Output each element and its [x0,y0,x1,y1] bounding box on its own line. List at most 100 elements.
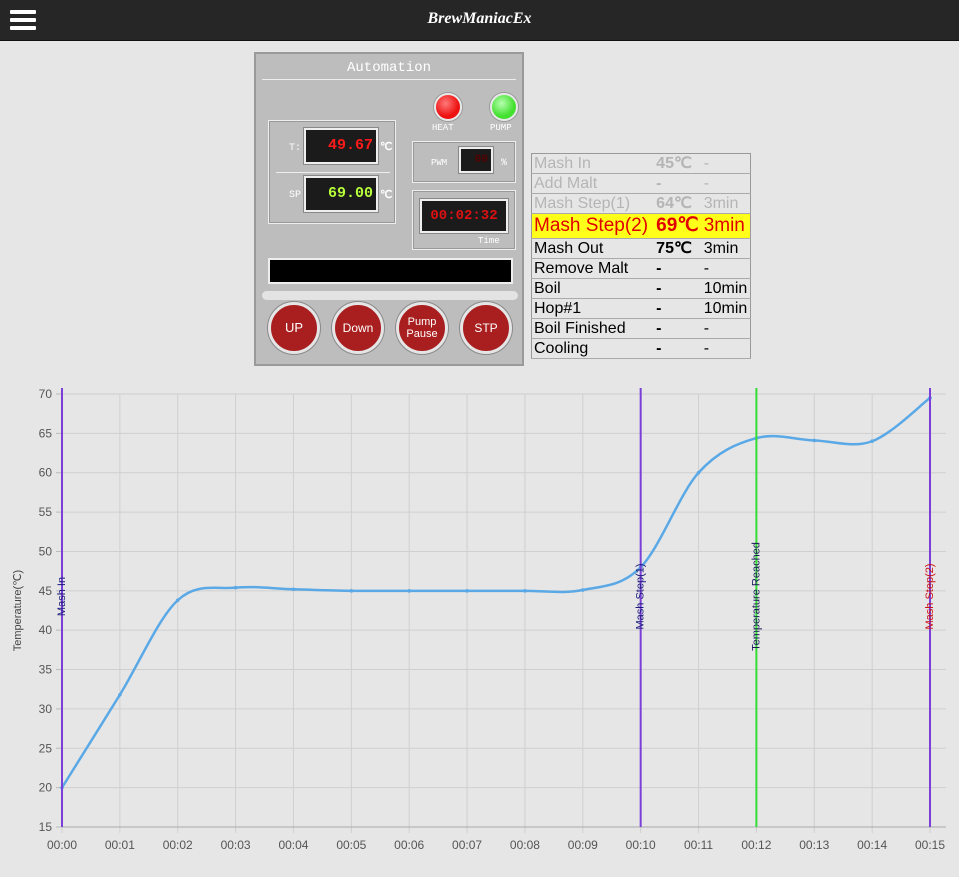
step-temp: - [654,298,702,319]
step-row: Mash Step(2) 69℃ 3min [531,213,751,239]
step-time: 3min [701,213,751,239]
step-temp: - [654,258,702,279]
step-name: Mash Step(2) [531,213,655,239]
step-name: Mash Step(1) [531,193,655,214]
temperature-chart: 15 20 25 30 35 40 45 50 55 60 65 70 00:00 00:01 00:02 0… [12,387,946,852]
heat-indicator-icon [434,93,462,121]
x-tick-label: 00:06 [394,838,424,852]
pwm-unit: % [501,158,508,169]
y-tick-label: 20 [39,781,53,795]
pump-pause-label-1: Pump [407,316,437,328]
step-row: Mash Step(1) 64℃ 3min [531,193,751,214]
heat-label: HEAT [432,123,454,133]
step-temp: 64℃ [654,193,702,214]
step-name: Hop#1 [531,298,655,319]
time-label: Time [478,236,500,246]
y-axis-label: Temperature(℃) [12,570,24,651]
pwm-label: PWM [431,158,448,168]
step-temp: 69℃ [654,213,702,239]
x-tick-label: 00:12 [741,838,771,852]
step-time: 10min [701,298,751,319]
temp-label: T: [289,143,302,154]
step-temp: - [654,318,702,339]
y-tick-label: 65 [39,426,53,440]
step-list: Mash In 45℃ - Add Malt - - Mash Step(1) 64℃ 3min… [531,153,751,359]
step-time: - [701,258,751,279]
step-row: Boil Finished - - [531,318,751,339]
data-point [465,589,469,593]
step-time: 3min [701,238,751,259]
x-tick-label: 00:03 [221,838,251,852]
step-time: - [701,173,751,194]
data-point [523,589,527,593]
down-button[interactable]: Down [332,302,384,354]
setpoint-label: SP [289,190,302,201]
stp-button[interactable]: STP [460,302,512,354]
step-name: Mash In [531,153,655,174]
step-time: 3min [701,193,751,214]
step-row: Cooling - - [531,338,751,359]
data-point [118,692,122,697]
y-tick-label: 15 [39,820,53,834]
step-name: Remove Malt [531,258,655,279]
step-temp: 45℃ [654,153,702,174]
step-time: 10min [701,278,751,299]
x-tick-label: 00:02 [163,838,193,852]
y-tick-label: 40 [39,623,53,637]
step-row: Mash Out 75℃ 3min [531,238,751,259]
y-tick-label: 50 [39,544,53,558]
top-bar: BrewManiacEx [0,0,959,41]
x-tick-label: 00:04 [278,838,308,852]
y-tick-label: 55 [39,505,53,519]
pump-pause-label-2: Pause [406,328,438,340]
up-button[interactable]: UP [268,302,320,354]
step-row: Boil -10min [531,278,751,299]
annotation-label: Mash Step(1) [635,563,647,629]
data-point [291,587,296,592]
step-time: - [701,153,751,174]
annotation-label: Mash In [56,577,68,616]
x-tick-label: 00:13 [799,838,829,852]
step-name: Add Malt [531,173,655,194]
pump-indicator-icon [490,93,518,121]
automation-panel: Automation HEAT PUMP T: 49.67 ℃ SP 69.00… [254,52,524,366]
temp-display: 49.67 [304,128,378,164]
step-name: Mash Out [531,238,655,259]
timer-display: 00:02:32 [420,199,508,233]
message-bar [268,258,513,284]
step-row: Mash In 45℃ - [531,153,751,174]
x-tick-label: 00:08 [510,838,540,852]
temp-unit: ℃ [380,141,393,153]
x-tick-label: 00:11 [684,838,713,852]
data-point [696,470,701,475]
step-name: Cooling [531,338,655,359]
button-divider [262,291,518,300]
step-temp: 75℃ [654,238,702,259]
annotation-label: Temperature Reached [750,542,762,651]
y-tick-label: 60 [39,466,53,480]
data-point [407,589,412,593]
x-tick-label: 00:15 [915,838,945,852]
data-point [870,439,874,444]
y-tick-label: 35 [39,663,53,677]
x-tick-label: 00:10 [626,838,656,852]
x-tick-label: 00:09 [568,838,598,852]
setpoint-unit: ℃ [380,189,393,201]
y-tick-label: 30 [39,702,53,716]
x-tick-label: 00:07 [452,838,482,852]
x-tick-label: 00:05 [336,838,366,852]
pump-label: PUMP [490,123,512,133]
step-temp: - [654,278,702,299]
step-time: - [701,338,751,359]
app-title: BrewManiacEx [427,10,532,27]
panel-title: Automation [262,60,516,80]
temperature-series-line [60,396,931,789]
step-temp: - [654,173,702,194]
data-point [581,588,585,592]
data-point [175,598,180,603]
data-point [349,589,354,593]
step-time: - [701,318,751,339]
step-temp: - [654,338,702,359]
setpoint-display[interactable]: 69.00 [304,176,378,212]
pump-pause-button[interactable]: Pump Pause [396,302,448,354]
